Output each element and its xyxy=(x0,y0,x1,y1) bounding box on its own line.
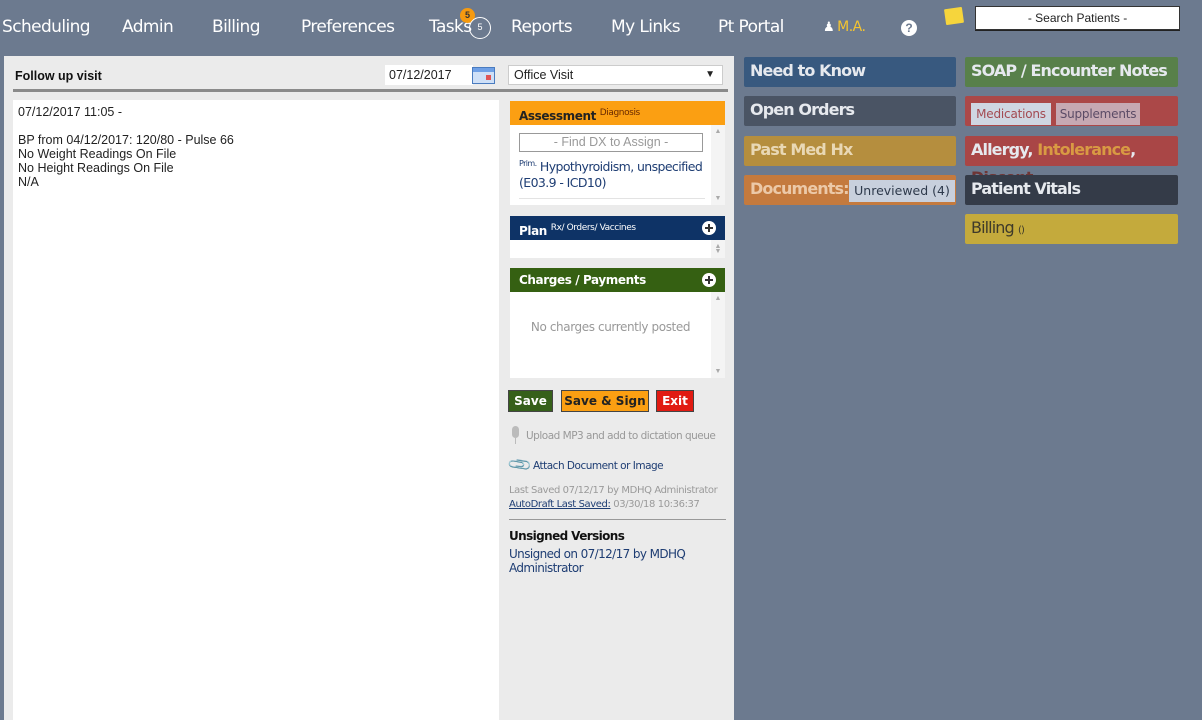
nav-admin[interactable]: Admin xyxy=(122,17,174,37)
intolerance-label: Intolerance xyxy=(1037,140,1131,159)
dx-prefix: Prim. xyxy=(519,159,537,168)
note-line xyxy=(18,119,494,133)
user-icon: ♟ xyxy=(823,20,835,35)
note-line: No Weight Readings On File xyxy=(18,147,177,161)
medications-tab[interactable]: Medications xyxy=(971,103,1051,125)
supplements-tab[interactable]: Supplements xyxy=(1056,103,1140,125)
encounter-date-input[interactable]: 07/12/2017 xyxy=(385,65,473,85)
attach-document-link[interactable]: Attach Document or Image xyxy=(533,460,664,472)
visit-type-select[interactable]: Office Visit ▼ xyxy=(508,65,723,85)
header-divider xyxy=(13,89,728,92)
allergy-tile[interactable]: Allergy, Intolerance, Discont. xyxy=(965,136,1178,187)
save-button[interactable]: Save xyxy=(508,390,553,412)
nav-reports[interactable]: Reports xyxy=(511,17,573,37)
note-editor[interactable]: 07/12/2017 11:05 - BP from 04/12/2017: 1… xyxy=(13,100,499,720)
past-med-hx-tile[interactable]: Past Med Hx xyxy=(744,136,956,166)
note-line: 07/12/2017 11:05 - xyxy=(18,105,123,119)
unreviewed-documents-badge[interactable]: Unreviewed (4) xyxy=(849,180,955,202)
allergy-label: Allergy, xyxy=(971,140,1034,159)
nav-scheduling[interactable]: Scheduling xyxy=(2,17,91,37)
upload-mp3-link[interactable]: Upload MP3 and add to dictation queue xyxy=(526,430,716,442)
microphone-icon xyxy=(510,426,520,446)
save-sign-button[interactable]: Save & Sign xyxy=(561,390,649,412)
nav-billing[interactable]: Billing xyxy=(212,17,261,37)
nav-my-links[interactable]: My Links xyxy=(611,17,681,37)
documents-tile[interactable]: Documents: Unreviewed (4) xyxy=(744,175,956,205)
plan-subtitle: Rx/ Orders/ Vaccines xyxy=(550,223,636,233)
assessment-header: Assessment Diagnosis xyxy=(510,101,725,125)
find-dx-input[interactable]: - Find DX to Assign - xyxy=(519,133,703,152)
user-menu[interactable]: ♟ M.A. xyxy=(823,19,866,35)
calendar-icon[interactable] xyxy=(472,67,495,84)
top-nav: Scheduling Admin Billing Preferences Tas… xyxy=(0,0,1202,55)
search-patients-input[interactable]: - Search Patients - xyxy=(975,6,1180,30)
plan-title: Plan xyxy=(519,224,547,238)
assessment-subtitle: Diagnosis xyxy=(599,108,641,118)
note-line: BP from 04/12/2017: 120/80 - Pulse 66 xyxy=(18,133,234,147)
soap-notes-tile[interactable]: SOAP / Encounter Notes xyxy=(965,57,1178,87)
exit-button[interactable]: Exit xyxy=(656,390,694,412)
plan-scrollbar[interactable]: ▲ ▼ xyxy=(711,240,725,258)
add-charge-icon[interactable] xyxy=(702,273,716,287)
add-plan-icon[interactable] xyxy=(702,221,716,235)
assessment-title: Assessment xyxy=(519,109,596,123)
assessment-body: - Find DX to Assign - Prim. Hypothyroidi… xyxy=(510,125,725,205)
charges-title: Charges / Payments xyxy=(519,273,646,287)
dropdown-arrow-icon: ▼ xyxy=(705,69,715,80)
billing-count: () xyxy=(1017,225,1025,236)
tasks-count[interactable]: 5 xyxy=(469,17,491,39)
plan-box: Plan Rx/ Orders/ Vaccines ▲ ▼ xyxy=(510,216,725,258)
charges-box: Charges / Payments No charges currently … xyxy=(510,268,725,378)
last-saved-text: Last Saved 07/12/17 by MDHQ Administrato… xyxy=(509,485,718,496)
note-line: N/A xyxy=(18,175,39,189)
visit-type-value: Office Visit xyxy=(514,68,574,82)
open-orders-tile[interactable]: Open Orders xyxy=(744,96,956,126)
billing-tile[interactable]: Billing () xyxy=(965,214,1178,244)
billing-label: Billing xyxy=(971,218,1015,237)
meta-divider xyxy=(509,519,726,520)
sticky-note-icon[interactable] xyxy=(943,6,965,26)
paperclip-icon: 📎 xyxy=(507,452,534,479)
assessment-box: Assessment Diagnosis - Find DX to Assign… xyxy=(510,101,725,205)
help-icon[interactable]: ? xyxy=(901,20,917,36)
dx-item[interactable]: Prim. Hypothyroidism, unspecified (E03.9… xyxy=(519,156,709,191)
note-line: No Height Readings On File xyxy=(18,161,174,175)
unsigned-version-link[interactable]: Unsigned on 07/12/17 by MDHQ Administrat… xyxy=(509,547,709,575)
charges-body: No charges currently posted ▲ ▼ xyxy=(510,292,725,378)
user-initials: M.A. xyxy=(837,19,866,35)
unsigned-versions-title: Unsigned Versions xyxy=(509,529,625,543)
need-to-know-tile[interactable]: Need to Know xyxy=(744,57,956,87)
allergy-comma: , xyxy=(1130,140,1136,159)
patient-vitals-tile[interactable]: Patient Vitals xyxy=(965,175,1178,205)
nav-preferences[interactable]: Preferences xyxy=(301,17,395,37)
charges-scrollbar[interactable]: ▲ ▼ xyxy=(711,292,725,378)
autodraft-link[interactable]: AutoDraft Last Saved: xyxy=(509,499,611,510)
assessment-scrollbar[interactable]: ▲ ▼ xyxy=(711,125,725,205)
charges-header: Charges / Payments xyxy=(510,268,725,292)
no-charges-text: No charges currently posted xyxy=(530,320,691,334)
nav-pt-portal[interactable]: Pt Portal xyxy=(718,17,784,37)
autodraft-text: AutoDraft Last Saved: 03/30/18 10:36:37 xyxy=(509,499,700,510)
encounter-title: Follow up visit xyxy=(15,69,102,83)
dx-text: Hypothyroidism, unspecified (E03.9 - ICD… xyxy=(519,159,703,191)
plan-body: ▲ ▼ xyxy=(510,240,725,258)
encounter-panel: Follow up visit 07/12/2017 Office Visit … xyxy=(4,56,734,720)
dx-divider xyxy=(519,198,705,199)
plan-header: Plan Rx/ Orders/ Vaccines xyxy=(510,216,725,240)
autodraft-time: 03/30/18 10:36:37 xyxy=(613,499,700,510)
documents-label: Documents: xyxy=(750,179,850,198)
medications-tile: Medications Supplements xyxy=(965,96,1178,126)
